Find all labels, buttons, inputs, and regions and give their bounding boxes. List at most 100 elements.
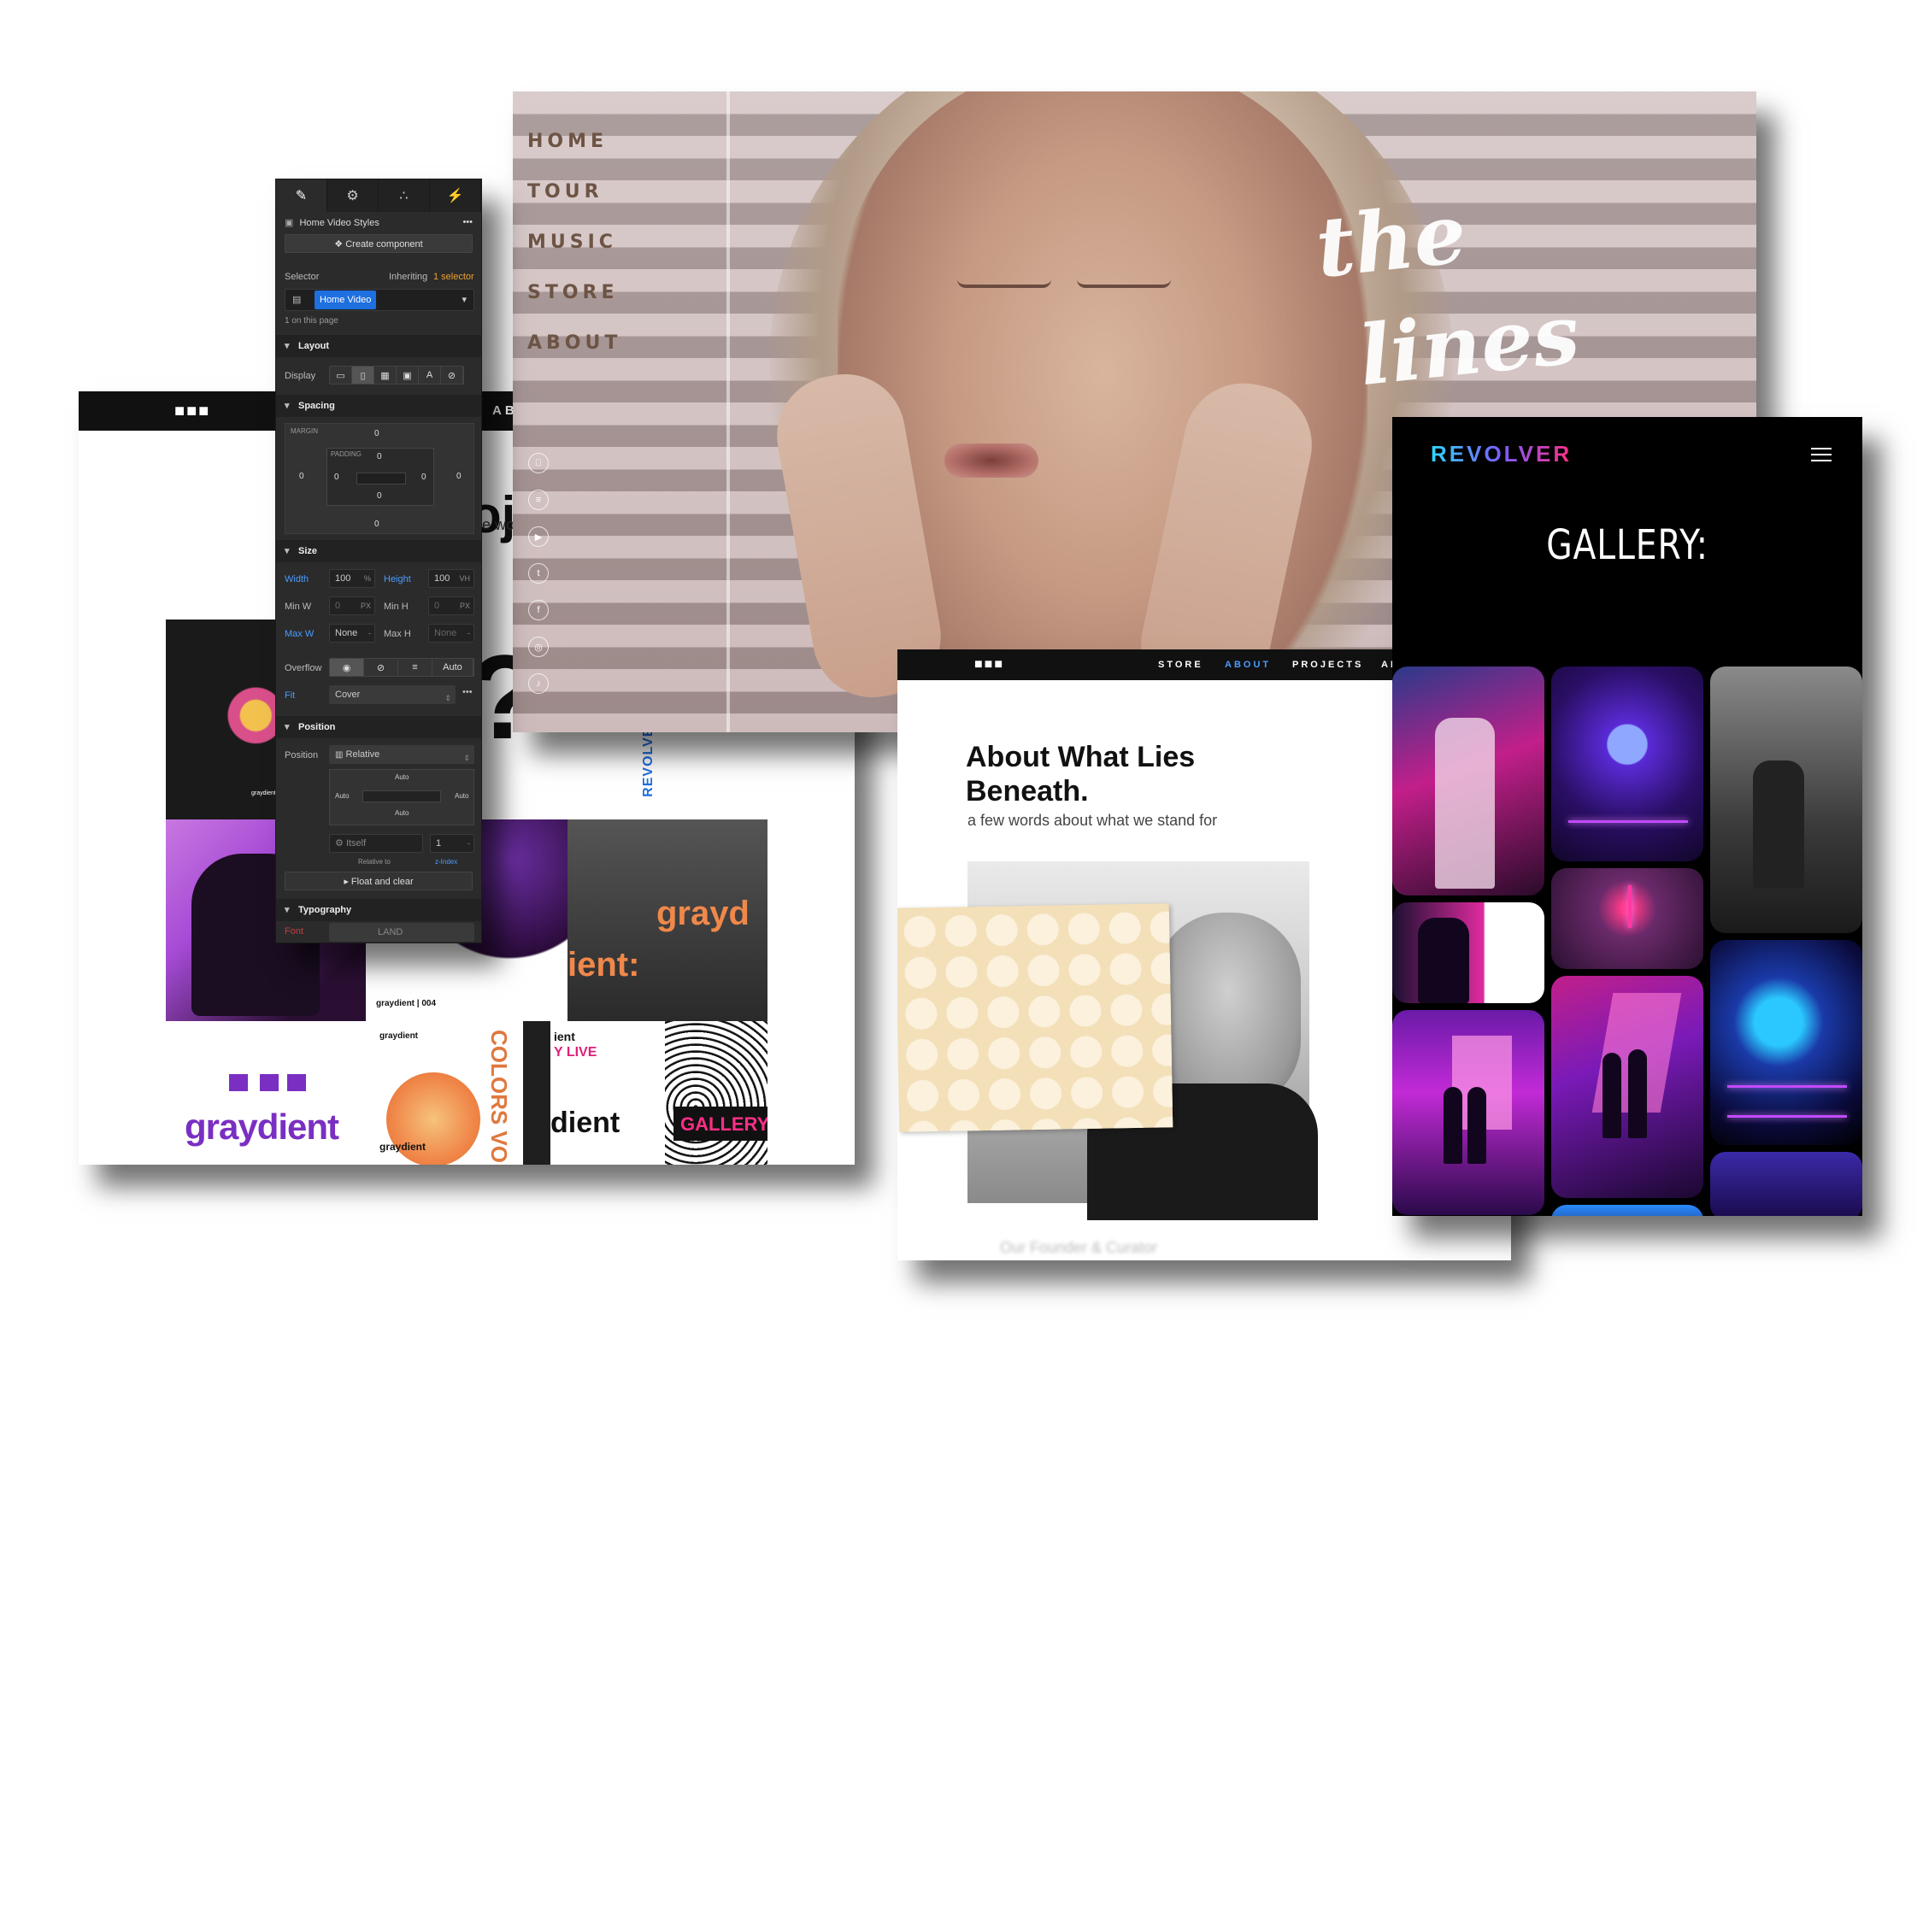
photo-figure — [1444, 1087, 1462, 1164]
position-offsets-editor[interactable]: Auto Auto Auto Auto — [329, 769, 474, 825]
hamburger-menu-icon[interactable] — [1811, 448, 1832, 463]
more-options-icon[interactable]: ••• — [462, 217, 473, 227]
minh-unit[interactable]: PX — [460, 597, 470, 614]
selector-field[interactable]: ▤ Home Video ▾ — [285, 289, 474, 311]
width-unit[interactable]: % — [364, 570, 371, 587]
display-flex-icon[interactable]: ▯ — [352, 367, 374, 384]
z-index-input[interactable]: 1- — [430, 834, 474, 853]
overflow-hidden-icon[interactable]: ⊘ — [364, 659, 398, 676]
display-inline-icon[interactable]: A — [419, 367, 441, 384]
portfolio-tile-gallery[interactable]: GALLERY — [665, 1021, 767, 1165]
gallery-photo[interactable] — [1710, 667, 1862, 933]
typography-section-header[interactable]: Typography — [276, 899, 481, 921]
webflow-style-panel: ✎ ⚙ ∴ ⚡ ▣ Home Video Styles ••• ❖ Create… — [275, 179, 482, 943]
portfolio-tile-wordmark[interactable]: graydient — [166, 1021, 366, 1165]
gallery-photo[interactable] — [1392, 902, 1544, 1003]
position-section-header[interactable]: Position — [276, 716, 481, 738]
overflow-segmented-control[interactable]: ◉ ⊘ ≡ Auto — [329, 658, 474, 677]
box-model-editor[interactable]: MARGIN 0 0 0 0 PADDING 0 0 0 0 — [285, 423, 474, 534]
margin-right-value[interactable]: 0 — [456, 472, 462, 481]
gallery-photo[interactable] — [1710, 1152, 1862, 1216]
nav-store[interactable]: STORE — [1158, 660, 1203, 670]
drops-icon[interactable]: ∴ — [379, 179, 430, 212]
brush-icon[interactable]: ✎ — [276, 179, 327, 212]
gallery-photo[interactable] — [1392, 1010, 1544, 1215]
window-frame — [726, 91, 730, 732]
gallery-photo[interactable] — [1392, 667, 1544, 896]
maxw-input[interactable]: None - — [329, 624, 375, 643]
layout-section-header[interactable]: Layout — [276, 335, 481, 357]
padding-bottom-value[interactable]: 0 — [377, 491, 382, 501]
overflow-scroll-icon[interactable]: ≡ — [398, 659, 432, 676]
menu-dots-icon[interactable]: ■■■ — [974, 658, 1004, 672]
float-clear-toggle[interactable]: ▸ Float and clear — [285, 872, 473, 890]
fit-select[interactable]: Cover ⇕ — [329, 685, 456, 704]
padding-box[interactable]: PADDING 0 0 0 0 — [326, 448, 434, 506]
nav-tour[interactable]: TOUR — [527, 181, 603, 203]
overflow-visible-icon[interactable]: ◉ — [330, 659, 364, 676]
offset-bottom[interactable]: Auto — [395, 809, 409, 817]
youtube-icon[interactable]: ▶ — [528, 526, 549, 547]
twitter-icon[interactable]: t — [528, 563, 549, 584]
display-block-icon[interactable]: ▭ — [330, 367, 352, 384]
relative-to-select[interactable]: ⚙ Itself — [329, 834, 423, 853]
font-select[interactable]: LAND — [329, 923, 474, 942]
display-segmented-control[interactable]: ▭ ▯ ▦ ▣ A ⊘ — [329, 366, 464, 385]
photo-figure — [1753, 760, 1804, 889]
maxh-input[interactable]: None - — [428, 624, 474, 643]
width-input[interactable]: 100% — [329, 569, 375, 588]
size-section-header[interactable]: Size — [276, 540, 481, 562]
gallery-photo[interactable] — [1551, 667, 1703, 861]
maxh-unit[interactable]: - — [468, 625, 470, 642]
instagram-icon[interactable]: ◎ — [528, 637, 549, 657]
gallery-photo[interactable] — [1551, 1205, 1703, 1216]
padding-right-value[interactable]: 0 — [421, 473, 426, 482]
create-component-button[interactable]: ❖ Create component — [285, 234, 473, 253]
gallery-photo[interactable] — [1710, 940, 1862, 1145]
apple-music-icon[interactable]:  — [528, 453, 549, 473]
revolver-logo[interactable]: REVOLVER — [1431, 441, 1572, 467]
nav-music[interactable]: MUSIC — [527, 232, 617, 253]
offset-left[interactable]: Auto — [335, 792, 349, 800]
maxw-unit[interactable]: - — [368, 625, 371, 642]
gallery-photo[interactable] — [1551, 868, 1703, 969]
margin-left-value[interactable]: 0 — [299, 472, 304, 481]
padding-left-value[interactable]: 0 — [334, 473, 339, 482]
nav-about[interactable]: ABOUT — [1225, 660, 1271, 670]
spotify-icon[interactable]: ≡ — [528, 490, 549, 510]
display-none-icon[interactable]: ⊘ — [441, 367, 463, 384]
offset-right[interactable]: Auto — [455, 792, 468, 800]
tiktok-icon[interactable]: ♪ — [528, 673, 549, 694]
chevron-down-icon[interactable]: ▾ — [462, 291, 467, 308]
height-input[interactable]: 100 VH — [428, 569, 474, 588]
fit-more-icon[interactable]: ••• — [462, 687, 473, 697]
height-unit[interactable]: VH — [459, 570, 470, 587]
facebook-icon[interactable]: f — [528, 600, 549, 620]
display-grid-icon[interactable]: ▦ — [374, 367, 397, 384]
minw-unit[interactable]: PX — [361, 597, 371, 614]
minw-input[interactable]: 0 PX — [329, 596, 375, 615]
margin-bottom-value[interactable]: 0 — [374, 520, 379, 529]
offset-top[interactable]: Auto — [395, 773, 409, 781]
overflow-auto-option[interactable]: Auto — [432, 659, 473, 676]
position-select[interactable]: ▥ Relative ⇕ — [329, 745, 474, 764]
lightning-icon[interactable]: ⚡ — [430, 179, 481, 212]
menu-dots-icon[interactable]: ■■■ — [174, 402, 210, 420]
nav-home[interactable]: HOME — [527, 131, 608, 152]
display-inline-block-icon[interactable]: ▣ — [397, 367, 419, 384]
portfolio-tile-colors[interactable]: graydient graydient COLORS VO — [366, 1021, 518, 1165]
nav-about[interactable]: ABOUT — [527, 332, 621, 354]
gallery-photo[interactable] — [1551, 976, 1703, 1198]
margin-top-value[interactable]: 0 — [374, 429, 379, 438]
nav-projects[interactable]: PROJECTS — [1292, 660, 1363, 670]
nav-store[interactable]: STORE — [527, 282, 619, 303]
selector-chip[interactable]: Home Video — [315, 291, 377, 309]
spacing-section-header[interactable]: Spacing — [276, 395, 481, 417]
portfolio-tile-live[interactable]: ient Y LIVE dient — [523, 1021, 634, 1165]
z-index-unit[interactable]: - — [468, 835, 470, 852]
portfolio-tile-hoodie[interactable]: grayd ient: — [567, 819, 767, 1021]
padding-top-value[interactable]: 0 — [377, 452, 382, 461]
inheriting-count[interactable]: 1 selector — [433, 272, 474, 282]
gear-icon[interactable]: ⚙ — [327, 179, 379, 212]
minh-input[interactable]: 0 PX — [428, 596, 474, 615]
